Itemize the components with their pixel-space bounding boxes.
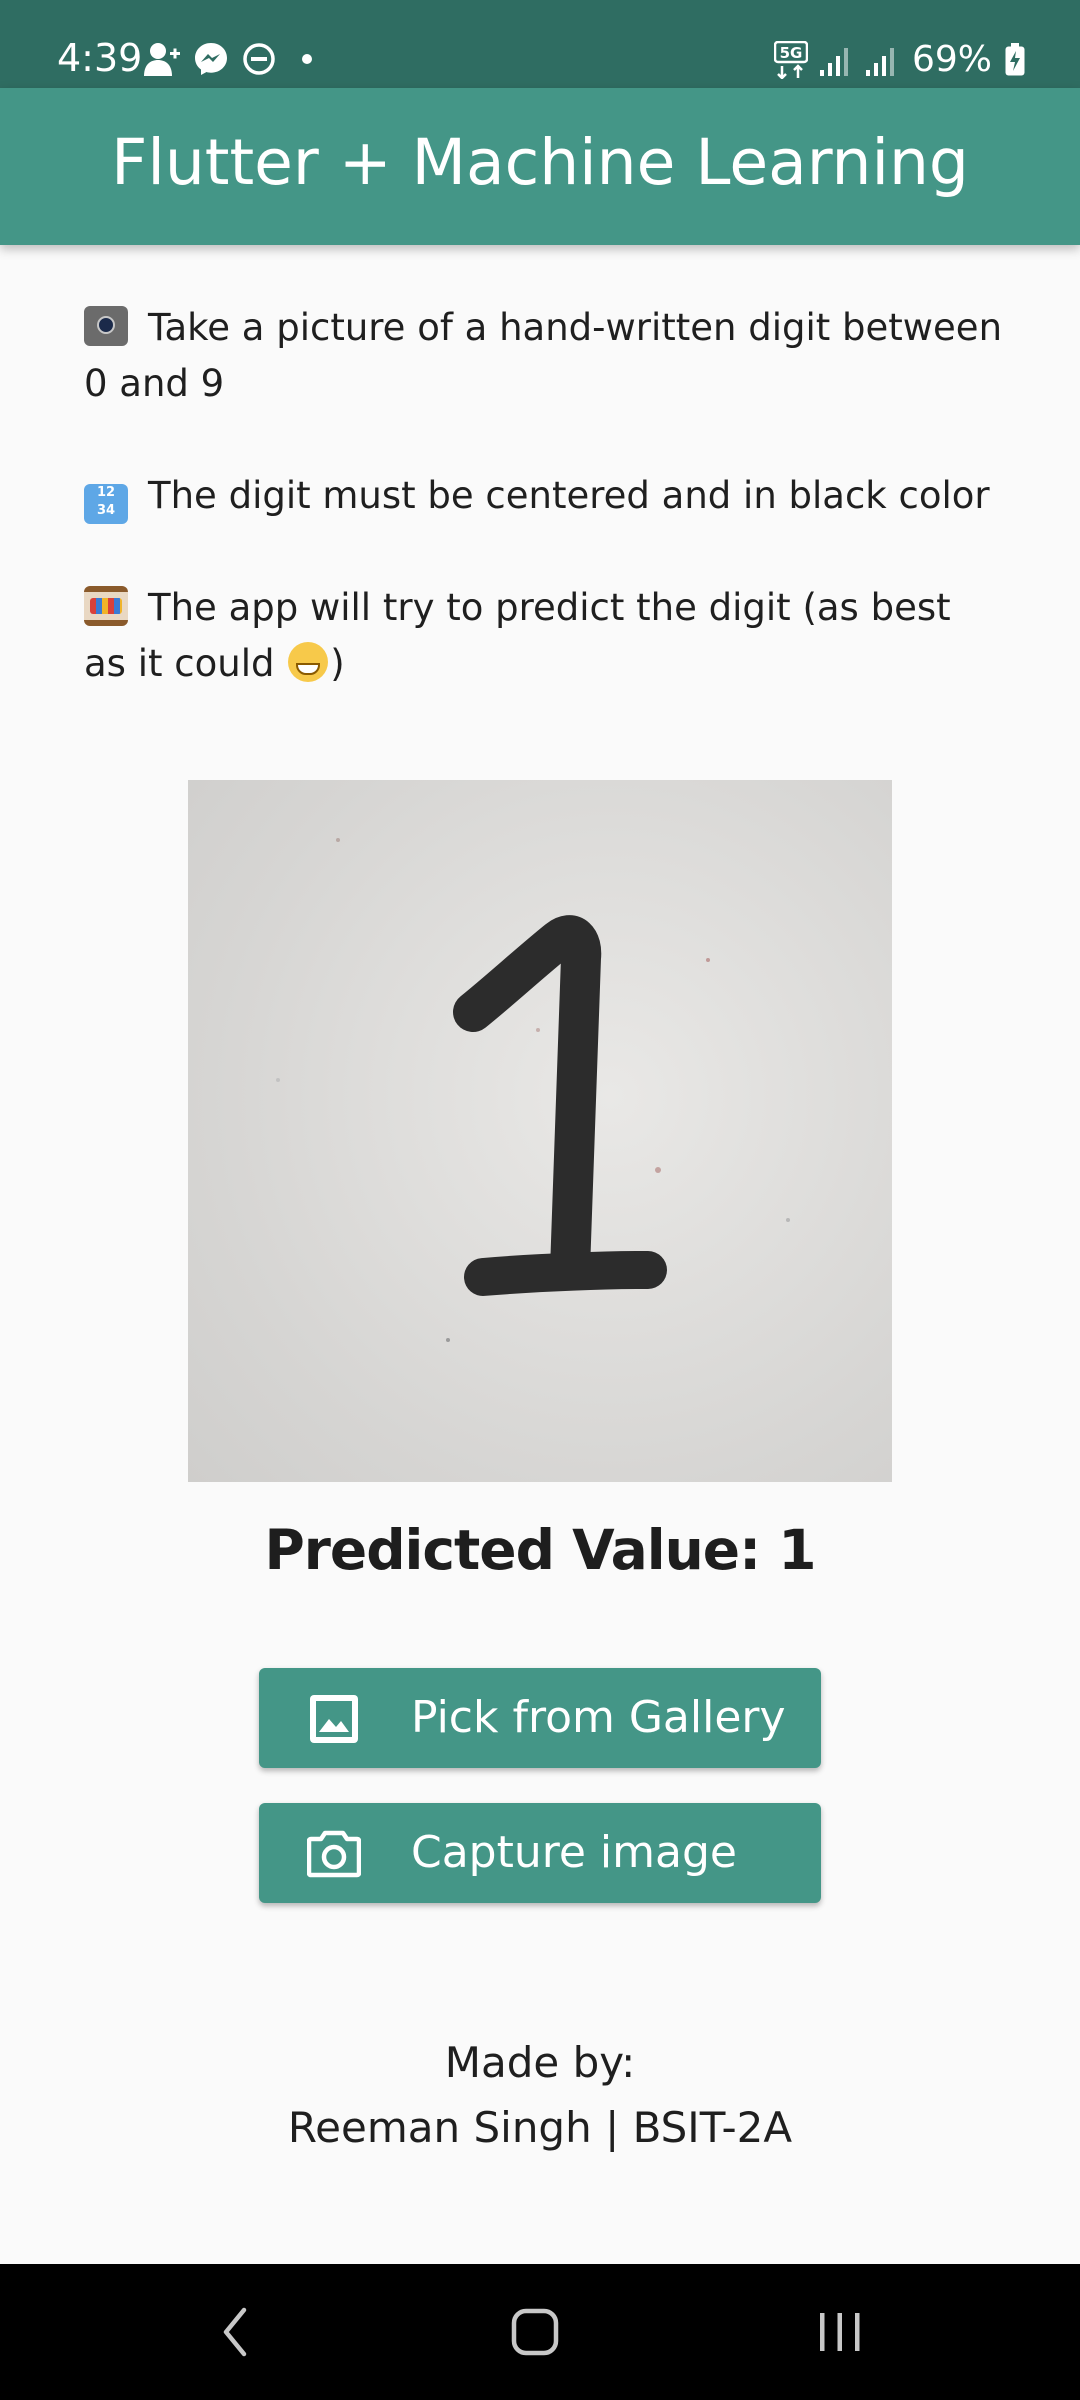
home-icon bbox=[511, 2308, 559, 2356]
battery-charging-icon bbox=[1005, 43, 1025, 76]
network-type-label: 5G bbox=[780, 44, 803, 62]
recent-apps-button[interactable] bbox=[760, 2264, 920, 2400]
back-button[interactable] bbox=[155, 2264, 315, 2400]
footer-author: Reeman Singh | BSIT-2A bbox=[287, 2103, 793, 2152]
home-button[interactable] bbox=[455, 2264, 615, 2400]
messenger-icon bbox=[195, 43, 227, 75]
app-bar: Flutter + Machine Learning bbox=[0, 88, 1080, 245]
image-icon bbox=[310, 1695, 358, 1743]
footer-made-by: Made by: bbox=[444, 2038, 636, 2087]
instruction-centered: 12 34 The digit must be centered and in bl… bbox=[84, 468, 1004, 524]
camera-icon bbox=[307, 1830, 361, 1878]
add-person-icon bbox=[144, 43, 180, 76]
status-time: 4:39 bbox=[57, 36, 143, 80]
notification-dot-icon bbox=[302, 54, 312, 64]
instruction-text: The app will try to predict the digit (a… bbox=[84, 586, 951, 685]
pick-from-gallery-button[interactable]: Pick from Gallery bbox=[259, 1668, 821, 1768]
instructions: Take a picture of a hand-written digit b… bbox=[84, 300, 1004, 692]
footer: Made by: Reeman Singh | BSIT-2A bbox=[0, 2030, 1080, 2160]
instruction-take-picture: Take a picture of a hand-written digit b… bbox=[84, 300, 1004, 412]
camera-emoji-icon bbox=[84, 306, 128, 346]
app-title: Flutter + Machine Learning bbox=[111, 125, 969, 199]
digit-photo bbox=[188, 780, 892, 1482]
battery-percent: 69% bbox=[911, 39, 992, 80]
capture-image-button[interactable]: Capture image bbox=[259, 1803, 821, 1903]
abacus-emoji-icon bbox=[84, 586, 128, 626]
signal-icon-2 bbox=[865, 48, 894, 76]
status-icons-left bbox=[144, 42, 312, 76]
instruction-text: Take a picture of a hand-written digit b… bbox=[84, 306, 1003, 405]
predicted-value: Predicted Value: 1 bbox=[264, 1518, 816, 1582]
do-not-disturb-icon bbox=[243, 43, 275, 75]
signal-icon bbox=[819, 48, 848, 76]
instruction-text-end: ) bbox=[330, 642, 345, 685]
status-bar: 4:39 5G 69% bbox=[0, 0, 1080, 88]
navigation-bar bbox=[0, 2264, 1080, 2400]
grinning-emoji-icon bbox=[288, 642, 329, 682]
capture-image-label: Capture image bbox=[411, 1827, 737, 1878]
pick-from-gallery-label: Pick from Gallery bbox=[411, 1692, 786, 1743]
instruction-predict: The app will try to predict the digit (a… bbox=[84, 580, 1004, 692]
5g-icon: 5G bbox=[773, 41, 808, 79]
handwritten-digit-drawing bbox=[276, 838, 790, 1342]
instruction-text: The digit must be centered and in black … bbox=[148, 474, 990, 517]
recent-apps-icon bbox=[820, 2313, 860, 2351]
status-icons-right: 5G 69% bbox=[773, 38, 1026, 82]
back-icon bbox=[223, 2307, 247, 2357]
numbers-emoji-icon: 12 34 bbox=[84, 484, 128, 524]
